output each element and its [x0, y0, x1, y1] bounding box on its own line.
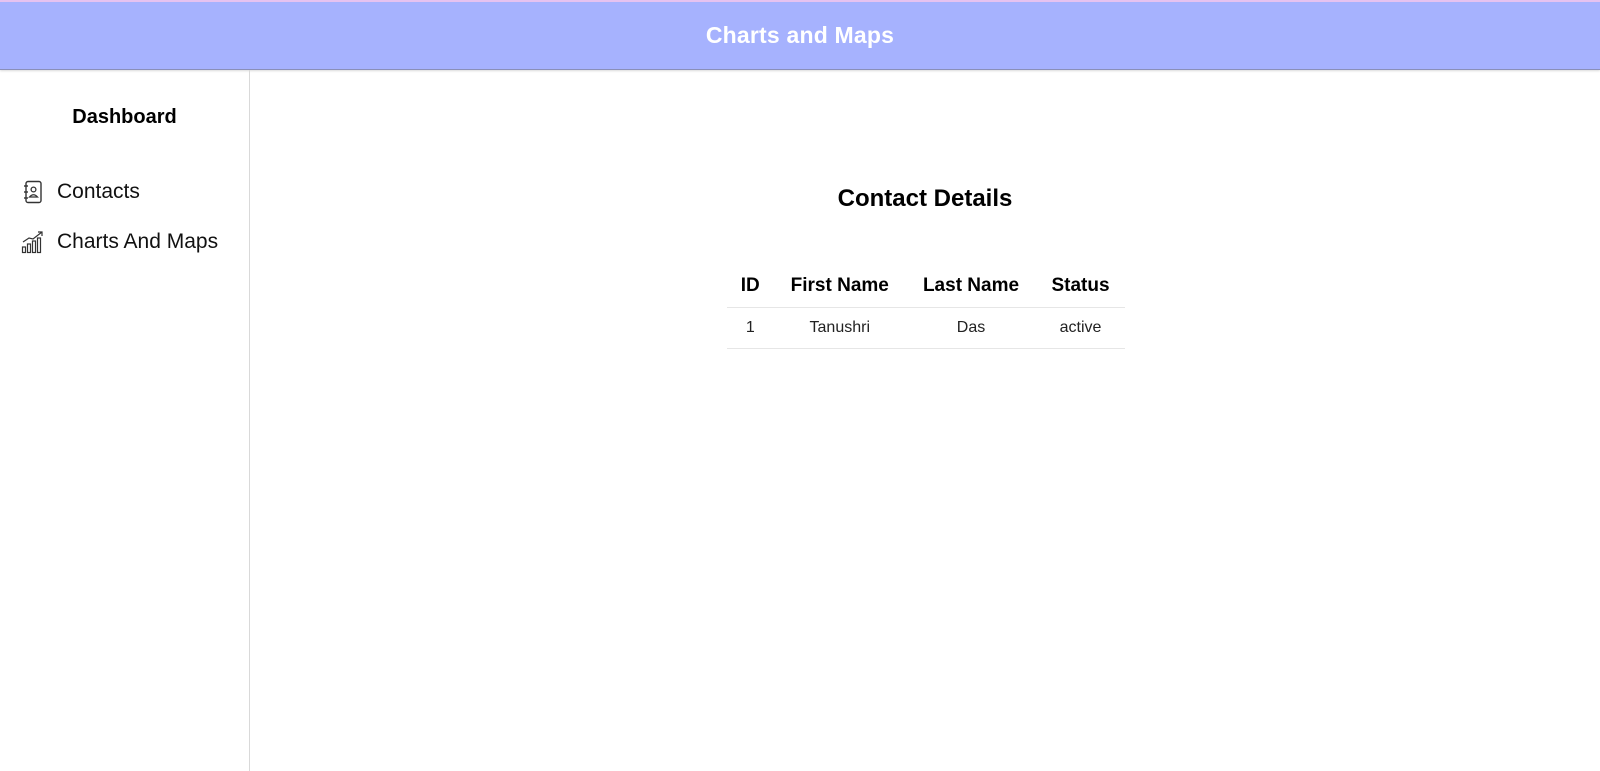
column-header-id: ID — [727, 265, 774, 308]
sidebar: Dashboard Contacts Charts And Maps — [0, 70, 250, 771]
cell-last-name: Das — [905, 307, 1037, 349]
column-header-status: Status — [1036, 265, 1125, 308]
chart-growth-icon — [21, 230, 45, 254]
column-header-last-name: Last Name — [905, 265, 1037, 308]
sidebar-item-label: Charts And Maps — [57, 230, 219, 253]
cell-status: active — [1036, 307, 1125, 349]
sidebar-item-charts-and-maps[interactable]: Charts And Maps — [0, 225, 249, 259]
sidebar-nav: Contacts Charts And Maps — [0, 175, 249, 259]
main-content: Contact Details ID First Name Last Name … — [250, 70, 1600, 771]
cell-id: 1 — [727, 307, 774, 349]
page-title: Contact Details — [837, 185, 1013, 212]
sidebar-item-contacts[interactable]: Contacts — [0, 175, 249, 209]
contacts-book-icon — [21, 180, 45, 204]
sidebar-title: Dashboard — [72, 106, 177, 128]
header-title: Charts and Maps — [705, 22, 895, 48]
cell-first-name: Tanushri — [773, 307, 906, 349]
app-root: Charts and Maps Dashboard Contacts Chart… — [0, 0, 1600, 771]
top-header: Charts and Maps — [0, 0, 1600, 70]
sidebar-item-label: Contacts — [57, 180, 140, 203]
contacts-table: ID First Name Last Name Status 1 Tanushr… — [727, 265, 1125, 349]
table-header-row: ID First Name Last Name Status — [727, 265, 1125, 308]
table-row: 1 Tanushri Das active — [727, 307, 1125, 349]
column-header-first-name: First Name — [773, 265, 906, 308]
